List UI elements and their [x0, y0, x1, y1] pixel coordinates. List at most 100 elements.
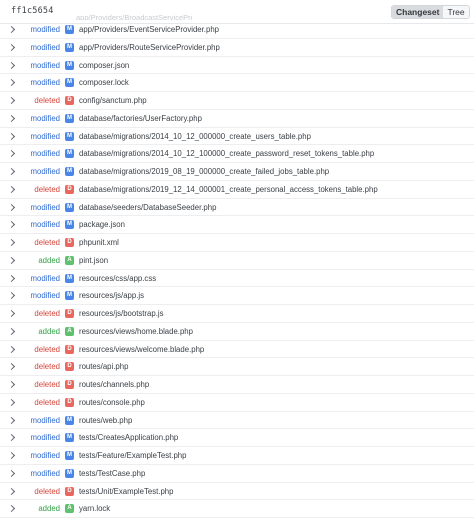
change-status: deleted	[34, 309, 60, 318]
change-status: modified	[30, 167, 60, 176]
status-badge: M	[65, 415, 74, 425]
status-badge: M	[65, 60, 74, 70]
change-status: added	[38, 326, 60, 336]
file-path[interactable]: resources/views/welcome.blade.php	[79, 345, 204, 354]
file-path[interactable]: database/migrations/2014_10_12_100000_cr…	[79, 149, 374, 158]
file-row[interactable]: deleted Dtests/Unit/ExampleTest.php	[0, 483, 474, 501]
change-status: modified	[30, 468, 60, 478]
status-badge: M	[65, 149, 74, 159]
tab-changeset[interactable]: Changeset	[392, 6, 444, 18]
status-badge: D	[65, 96, 74, 105]
file-row[interactable]: modified Mroutes/web.php	[0, 412, 474, 430]
file-row[interactable]: modified Mtests/CreatesApplication.php	[0, 429, 474, 447]
change-status: deleted	[34, 486, 60, 496]
status-badge: D	[65, 362, 74, 372]
change-status: modified	[30, 220, 60, 230]
change-status: deleted	[34, 96, 60, 105]
status-badge: M	[65, 273, 74, 283]
file-path[interactable]: database/seeders/DatabaseSeeder.php	[79, 203, 216, 212]
file-path[interactable]: resources/js/bootstrap.js	[79, 309, 164, 318]
file-row[interactable]: modified Mdatabase/factories/UserFactory.…	[0, 110, 474, 128]
file-row[interactable]: deleted Droutes/console.php	[0, 394, 474, 412]
file-path[interactable]: composer.lock	[79, 78, 129, 87]
file-row[interactable]: deleted Droutes/channels.php	[0, 376, 474, 394]
file-row[interactable]: modified Mcomposer.lock	[0, 74, 474, 92]
status-badge: D	[65, 238, 74, 247]
change-status: modified	[30, 415, 60, 425]
change-status: deleted	[34, 184, 60, 194]
file-row[interactable]: modified Mpackage.json	[0, 216, 474, 234]
file-path[interactable]: routes/channels.php	[79, 380, 149, 389]
file-path[interactable]: tests/Feature/ExampleTest.php	[79, 451, 186, 460]
file-row[interactable]: deleted Droutes/api.php	[0, 358, 474, 376]
file-path[interactable]: composer.json	[79, 61, 129, 70]
file-path[interactable]: tests/CreatesApplication.php	[79, 433, 178, 442]
status-badge: M	[65, 131, 74, 141]
file-row[interactable]: deleted Dresources/views/welcome.blade.ph…	[0, 341, 474, 359]
commit-hash: ff1c5654	[11, 6, 54, 16]
change-status: modified	[30, 451, 60, 460]
change-status: modified	[30, 60, 60, 70]
file-row[interactable]: modified Mdatabase/migrations/2019_08_19_…	[0, 163, 474, 181]
file-path[interactable]: tests/Unit/ExampleTest.php	[79, 487, 173, 496]
file-row[interactable]: modified Mdatabase/migrations/2014_10_12_…	[0, 145, 474, 163]
file-row[interactable]: modified Mapp/Providers/RouteServiceProvi…	[0, 39, 474, 57]
change-status: modified	[30, 202, 60, 212]
file-row[interactable]: modified Mapp/Providers/EventServiceProvi…	[0, 21, 474, 39]
status-badge: A	[65, 504, 74, 514]
change-status: modified	[30, 273, 60, 283]
file-path[interactable]: tests/TestCase.php	[79, 469, 145, 478]
file-path[interactable]: app/Providers/RouteServiceProvider.php	[79, 43, 220, 52]
status-badge: D	[65, 380, 74, 389]
file-path[interactable]: resources/js/app.js	[79, 291, 144, 300]
file-path[interactable]: routes/console.php	[79, 398, 145, 407]
file-path[interactable]: database/migrations/2019_12_14_000001_cr…	[79, 185, 378, 194]
status-badge: M	[65, 25, 74, 34]
file-row[interactable]: modified Mtests/Feature/ExampleTest.php	[0, 447, 474, 465]
change-status: modified	[30, 149, 60, 159]
file-row[interactable]: deleted Dresources/js/bootstrap.js	[0, 305, 474, 323]
file-path[interactable]: routes/web.php	[79, 416, 132, 425]
file-row[interactable]: modified Mdatabase/seeders/DatabaseSeeder…	[0, 199, 474, 217]
tab-tree[interactable]: Tree	[443, 6, 469, 18]
file-path[interactable]: yarn.lock	[79, 504, 110, 513]
change-status: modified	[30, 42, 60, 52]
status-badge: D	[65, 397, 74, 407]
file-path[interactable]: phpunit.xml	[79, 238, 119, 247]
change-status: deleted	[34, 380, 60, 389]
change-status: deleted	[34, 344, 60, 354]
status-badge: M	[65, 113, 74, 123]
file-row[interactable]: deleted Dphpunit.xml	[0, 234, 474, 252]
status-badge: M	[65, 78, 74, 88]
change-status: modified	[30, 291, 60, 301]
file-path[interactable]: resources/css/app.css	[79, 274, 156, 283]
file-row[interactable]: modified Mtests/TestCase.php	[0, 465, 474, 483]
file-row[interactable]: added Aresources/views/home.blade.php	[0, 323, 474, 341]
file-path[interactable]: resources/views/home.blade.php	[79, 327, 193, 336]
status-badge: A	[65, 326, 74, 336]
status-badge: M	[65, 202, 74, 212]
file-path[interactable]: pint.json	[79, 256, 108, 265]
file-path[interactable]: routes/api.php	[79, 362, 128, 371]
file-path[interactable]: database/migrations/2014_10_12_000000_cr…	[79, 132, 311, 141]
change-status: deleted	[34, 238, 60, 247]
file-row[interactable]: modified Mresources/css/app.css	[0, 270, 474, 288]
status-badge: M	[65, 468, 74, 478]
file-path[interactable]: app/Providers/EventServiceProvider.php	[79, 25, 219, 34]
file-path[interactable]: database/migrations/2019_08_19_000000_cr…	[79, 167, 329, 176]
change-status: added	[38, 504, 60, 514]
file-row[interactable]: added Apint.json	[0, 252, 474, 270]
file-row[interactable]: modified Mcomposer.json	[0, 57, 474, 75]
file-path[interactable]: package.json	[79, 220, 125, 229]
change-status: modified	[30, 433, 60, 443]
file-path[interactable]: config/sanctum.php	[79, 96, 147, 105]
change-status: modified	[30, 113, 60, 123]
file-row[interactable]: modified Mdatabase/migrations/2014_10_12_…	[0, 128, 474, 146]
status-badge: M	[65, 451, 74, 460]
file-row[interactable]: deleted Dconfig/sanctum.php	[0, 92, 474, 110]
change-status: deleted	[34, 362, 60, 372]
file-row[interactable]: deleted Ddatabase/migrations/2019_12_14_0…	[0, 181, 474, 199]
file-row[interactable]: modified Mresources/js/app.js	[0, 287, 474, 305]
file-row[interactable]: added Ayarn.lock	[0, 500, 474, 518]
file-path[interactable]: database/factories/UserFactory.php	[79, 114, 202, 123]
